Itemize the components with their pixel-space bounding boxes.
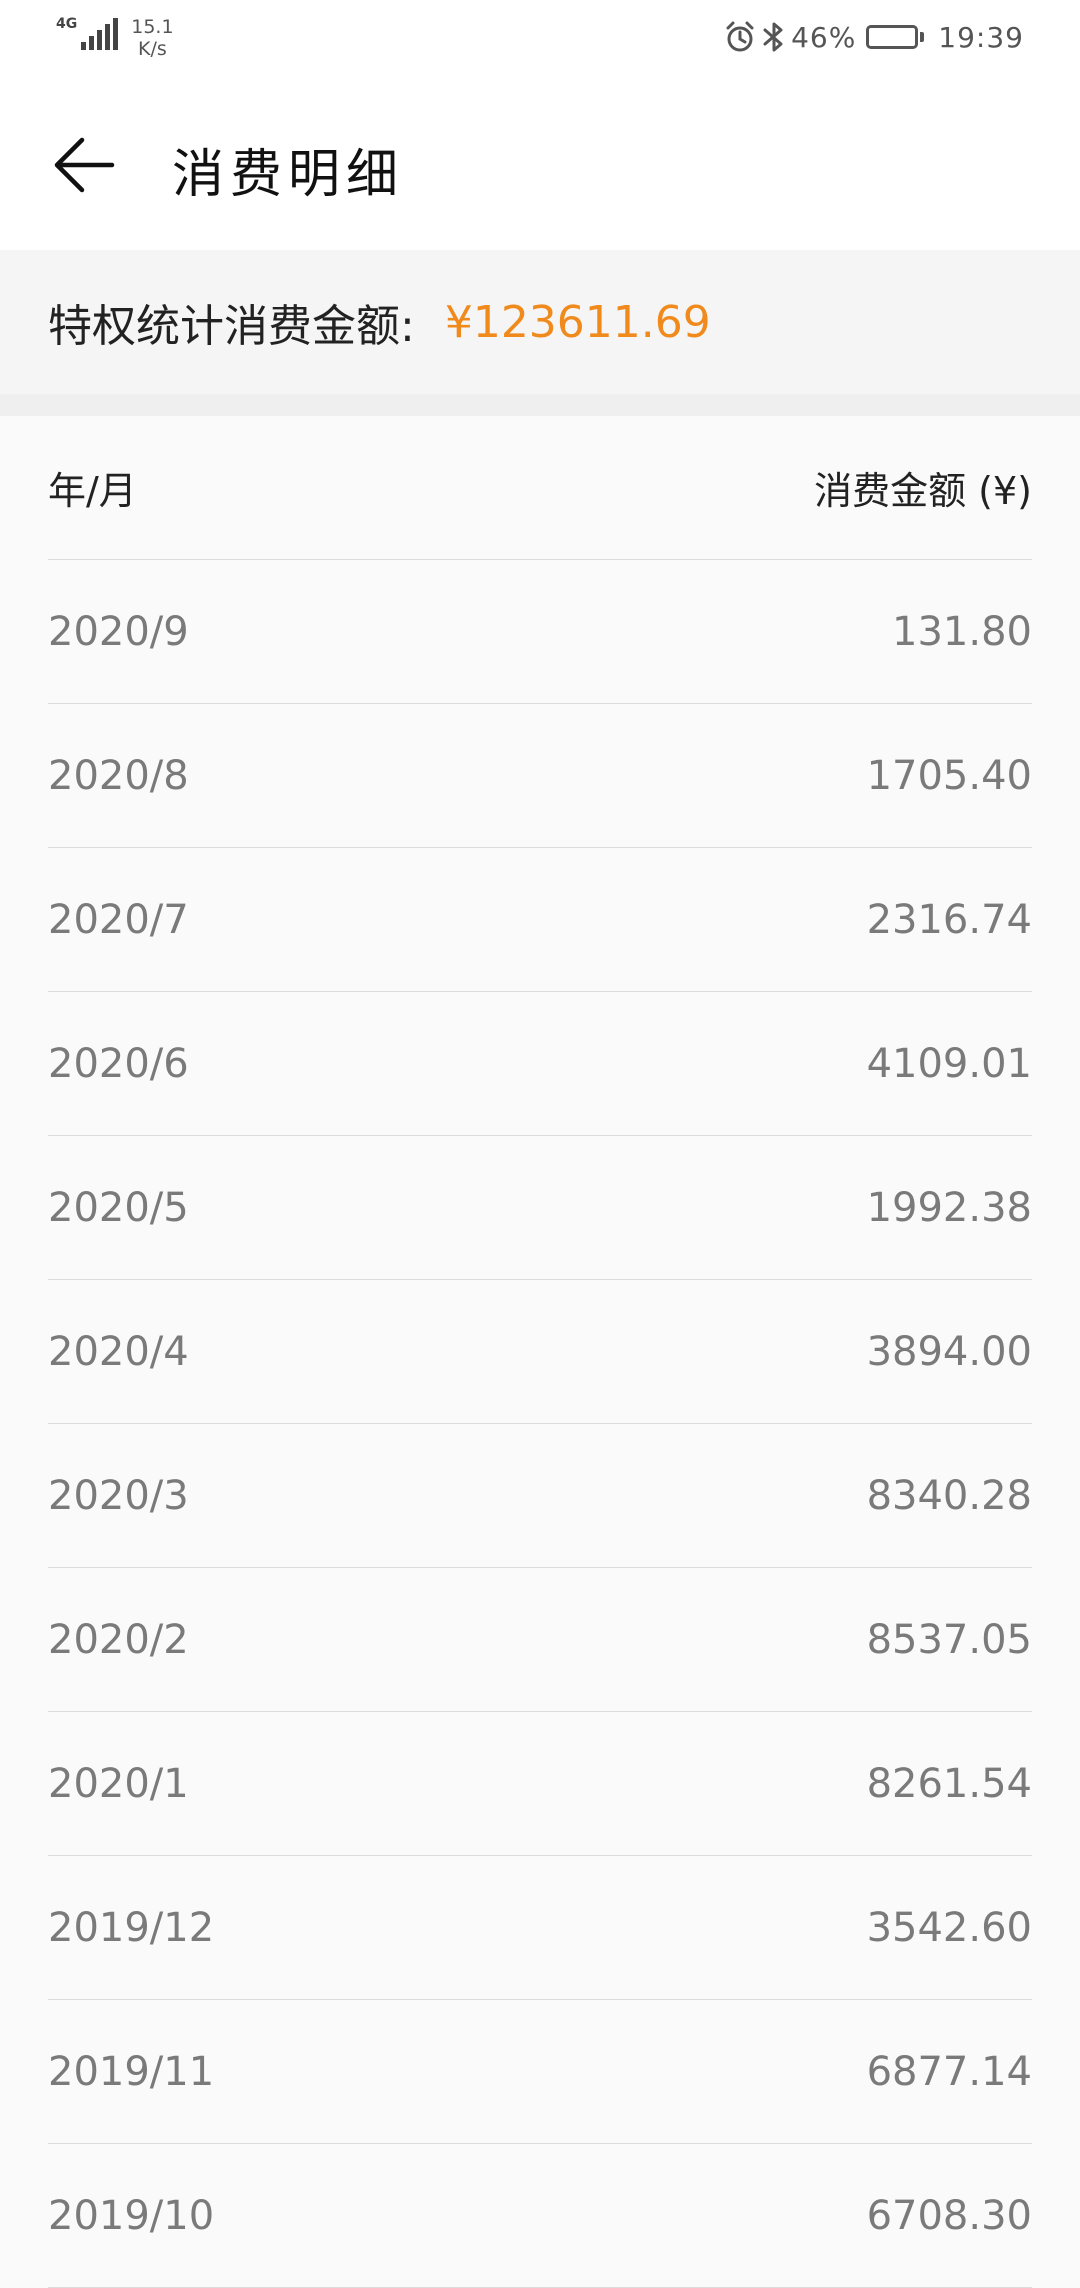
row-amount: 131.80	[892, 608, 1032, 655]
summary-label: 特权统计消费金额:	[48, 301, 415, 352]
row-month: 2019/12	[48, 1904, 215, 1951]
summary-value: ¥123611.69	[444, 296, 711, 348]
table-row: 2020/6 4109.01	[48, 992, 1032, 1136]
table-row: 2020/9 131.80	[48, 560, 1032, 704]
table-row: 2020/4 3894.00	[48, 1280, 1032, 1424]
table-row: 2019/11 6877.14	[48, 2000, 1032, 2144]
table-header: 年/月 消费金额 (¥)	[48, 416, 1032, 560]
row-amount: 4109.01	[866, 1040, 1032, 1087]
row-amount: 8537.05	[866, 1616, 1032, 1663]
row-amount: 3894.00	[866, 1328, 1032, 1375]
spending-table: 年/月 消费金额 (¥) 2020/9 131.80 2020/8 1705.40 20…	[48, 416, 1032, 2288]
table-row: 2020/3 8340.28	[48, 1424, 1032, 1568]
row-month: 2020/1	[48, 1760, 189, 1807]
table-row: 2019/12 3542.60	[48, 1856, 1032, 2000]
row-amount: 2316.74	[866, 896, 1032, 943]
table-row: 2020/1 8261.54	[48, 1712, 1032, 1856]
status-right: 46% 19:39	[723, 20, 1024, 54]
row-month: 2020/9	[48, 608, 189, 655]
bluetooth-icon	[761, 20, 787, 54]
column-header-amount: 消费金额 (¥)	[814, 469, 1032, 513]
alarm-icon	[723, 20, 757, 54]
network-type: 4G	[56, 16, 78, 32]
row-amount: 8261.54	[866, 1760, 1032, 1807]
row-amount: 8340.28	[866, 1472, 1032, 1519]
back-button[interactable]	[44, 130, 124, 200]
row-amount: 6708.30	[866, 2192, 1032, 2239]
row-amount: 6877.14	[866, 2048, 1032, 2095]
table-row: 2020/8 1705.40	[48, 704, 1032, 848]
summary-bar: 特权统计消费金额: ¥123611.69	[0, 250, 1080, 394]
table-body: 2020/9 131.80 2020/8 1705.40 2020/7 2316.74 20…	[48, 560, 1032, 2288]
row-month: 2020/5	[48, 1184, 189, 1231]
row-amount: 1992.38	[866, 1184, 1032, 1231]
row-month: 2020/4	[48, 1328, 189, 1375]
net-speed-unit: K/s	[138, 38, 167, 60]
row-month: 2020/8	[48, 752, 189, 799]
arrow-left-icon	[54, 137, 115, 193]
row-amount: 3542.60	[866, 1904, 1032, 1951]
row-amount: 1705.40	[866, 752, 1032, 799]
table-row: 2020/7 2316.74	[48, 848, 1032, 992]
row-month: 2019/11	[48, 2048, 215, 2095]
table-row: 2019/10 6708.30	[48, 2144, 1032, 2288]
clock: 19:39	[938, 20, 1024, 54]
battery-icon	[866, 25, 925, 49]
net-speed: 15.1 K/s	[131, 16, 173, 60]
page-title: 消费明细	[172, 145, 405, 205]
status-left: 4G 15.1 K/s	[56, 16, 174, 60]
net-speed-value: 15.1	[131, 16, 174, 38]
battery-percent: 46%	[791, 20, 857, 54]
row-month: 2020/2	[48, 1616, 189, 1663]
row-month: 2019/10	[48, 2192, 215, 2239]
status-bar: 4G 15.1 K/s 46% 19:39	[0, 0, 1080, 80]
section-divider	[0, 394, 1080, 416]
column-header-month: 年/月	[48, 469, 137, 513]
app-header: 消费明细	[0, 80, 1080, 250]
row-month: 2020/6	[48, 1040, 189, 1087]
signal-icon	[81, 16, 121, 50]
row-month: 2020/7	[48, 896, 189, 943]
table-row: 2020/2 8537.05	[48, 1568, 1032, 1712]
row-month: 2020/3	[48, 1472, 189, 1519]
table-row: 2020/5 1992.38	[48, 1136, 1032, 1280]
